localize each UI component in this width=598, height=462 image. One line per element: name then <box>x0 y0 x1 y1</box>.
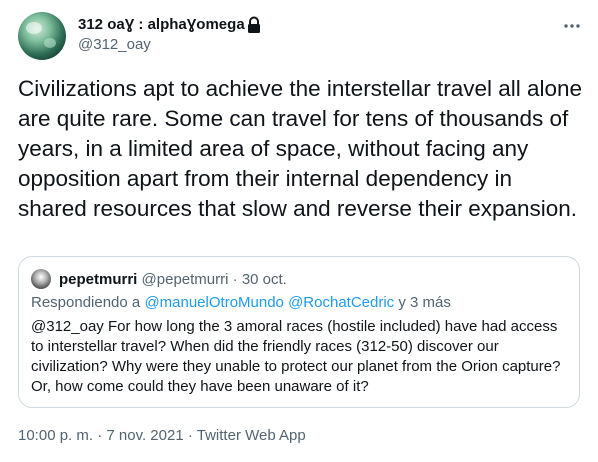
tweet: 312 oaƔ : alphaƔomega @312_oay Civilizat… <box>0 0 598 462</box>
quoted-author-avatar[interactable] <box>31 269 51 289</box>
quoted-header: pepetmurri @pepetmurri · 30 oct. <box>59 270 287 290</box>
footer-separator: · <box>97 427 103 444</box>
reply-more: y 3 más <box>398 294 451 311</box>
author-handle[interactable]: @312_oay <box>78 35 151 55</box>
reply-user-link[interactable]: @manuelOtroMundo <box>144 294 283 311</box>
more-horizontal-icon[interactable] <box>558 14 586 38</box>
reply-context: Respondiendo a @manuelOtroMundo @RochatC… <box>31 293 451 313</box>
tweet-time[interactable]: 10:00 p. m. <box>18 427 93 444</box>
quoted-date[interactable]: 30 oct. <box>242 271 287 288</box>
tweet-source[interactable]: Twitter Web App <box>197 427 306 444</box>
quoted-author-handle[interactable]: @pepetmurri <box>142 271 229 288</box>
footer-separator: · <box>187 427 193 444</box>
tweet-text: Civilizations apt to achieve the interst… <box>18 76 583 221</box>
reply-user-link[interactable]: @RochatCedric <box>288 294 394 311</box>
author-display-name[interactable]: 312 oaƔ : alphaƔomega <box>78 15 245 35</box>
quoted-separator: · <box>232 271 238 288</box>
quoted-tweet[interactable]: pepetmurri @pepetmurri · 30 oct. Respond… <box>18 256 580 408</box>
quoted-text: @312_oay For how long the 3 amoral races… <box>31 318 561 395</box>
reply-prefix: Respondiendo a <box>31 294 141 311</box>
tweet-date[interactable]: 7 nov. 2021 <box>106 427 183 444</box>
lock-icon <box>248 16 260 33</box>
quoted-author-name[interactable]: pepetmurri <box>59 271 137 288</box>
tweet-footer: 10:00 p. m. · 7 nov. 2021 · Twitter Web … <box>18 426 306 446</box>
author-avatar[interactable] <box>18 12 66 60</box>
